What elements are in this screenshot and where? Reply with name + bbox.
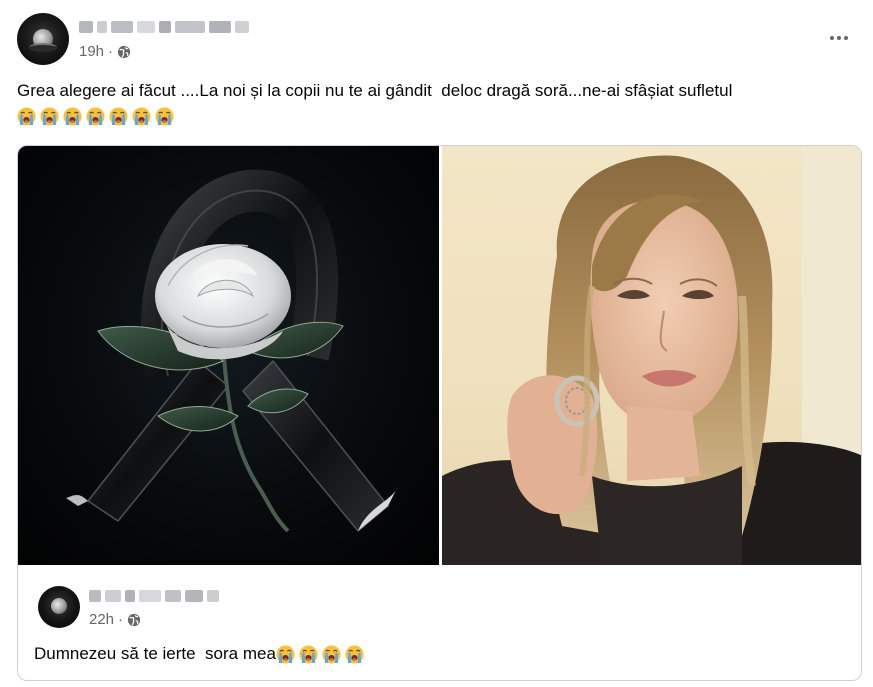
author-avatar[interactable] <box>17 13 69 65</box>
globe-icon[interactable] <box>117 45 131 59</box>
post-meta: 19h · <box>79 43 131 60</box>
shared-post-text: Dumnezeu să te ierte sora mea <box>34 644 276 663</box>
loudly-crying-face-icon <box>86 107 105 126</box>
post-timestamp[interactable]: 19h <box>79 43 104 60</box>
shared-meta-separator: · <box>118 611 124 628</box>
loudly-crying-face-icon <box>276 644 295 664</box>
loudly-crying-face-icon <box>322 644 341 664</box>
loudly-crying-face-icon <box>155 107 174 126</box>
author-name-blurred[interactable] <box>79 21 249 33</box>
facebook-post: 19h · Grea alegere ai făcut ....La noi ș… <box>0 0 873 687</box>
loudly-crying-face-icon <box>40 107 59 126</box>
woman-portrait-image[interactable] <box>442 146 861 565</box>
black-ribbon-white-rose-image[interactable] <box>18 146 439 565</box>
shared-author-avatar[interactable] <box>38 586 80 628</box>
shared-emoji-row <box>276 644 364 664</box>
shared-post-text-row: Dumnezeu să te ierte sora mea <box>34 644 364 664</box>
shared-author-name-blurred[interactable] <box>89 590 219 602</box>
shared-post-meta: 22h · <box>89 611 141 628</box>
meta-separator: · <box>108 43 114 60</box>
loudly-crying-face-icon <box>299 644 318 664</box>
shared-post-timestamp[interactable]: 22h <box>89 611 114 628</box>
post-caption: Grea alegere ai făcut ....La noi și la c… <box>17 81 733 100</box>
loudly-crying-face-icon <box>17 107 36 126</box>
loudly-crying-face-icon <box>132 107 151 126</box>
more-options-icon[interactable] <box>822 28 856 48</box>
loudly-crying-face-icon <box>109 107 128 126</box>
caption-emoji-row <box>17 107 174 126</box>
loudly-crying-face-icon <box>345 644 364 664</box>
loudly-crying-face-icon <box>63 107 82 126</box>
globe-icon[interactable] <box>127 613 141 627</box>
